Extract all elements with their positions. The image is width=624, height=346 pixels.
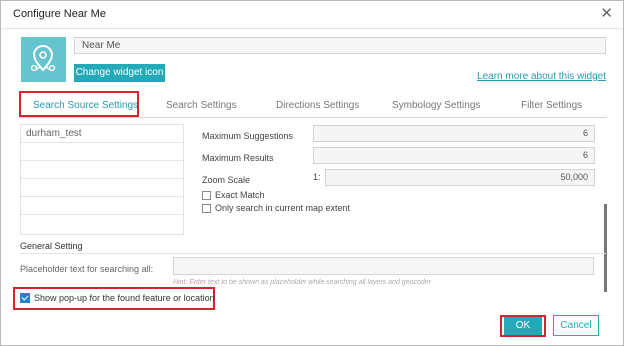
zoom-scale-label: Zoom Scale <box>202 175 251 185</box>
max-suggestions-label: Maximum Suggestions <box>202 131 294 141</box>
zoom-scale-input[interactable]: 50,000 <box>325 169 595 186</box>
max-results-input[interactable]: 6 <box>313 147 595 164</box>
configure-dialog: Configure Near Me ✕ Near Me Change widge… <box>0 0 624 346</box>
cancel-button[interactable]: Cancel <box>553 315 599 336</box>
dialog-titlebar: Configure Near Me ✕ <box>1 1 623 29</box>
active-tab-highlight <box>19 91 139 117</box>
exact-match-checkbox[interactable] <box>202 190 211 200</box>
source-item-empty <box>21 143 183 161</box>
show-popup-checkbox[interactable] <box>20 293 30 303</box>
placeholder-text-input[interactable] <box>173 257 594 275</box>
ok-button[interactable]: OK <box>504 317 542 335</box>
source-item-empty <box>21 179 183 197</box>
map-extent-checkbox[interactable] <box>202 203 211 213</box>
max-suggestions-input[interactable]: 6 <box>313 125 595 142</box>
widget-name-input[interactable]: Near Me <box>74 37 606 54</box>
tab-directions-settings[interactable]: Directions Settings <box>276 95 359 117</box>
show-popup-row: Show pop-up for the found feature or loc… <box>20 293 215 303</box>
show-popup-label: Show pop-up for the found feature or loc… <box>34 293 215 303</box>
source-item-empty <box>21 161 183 179</box>
placeholder-hint: Hint: Enter text to be shown as placehol… <box>173 279 431 286</box>
zoom-scale-prefix: 1: <box>313 172 321 182</box>
section-divider <box>20 253 606 254</box>
max-results-label: Maximum Results <box>202 153 274 163</box>
source-item-empty <box>21 197 183 215</box>
change-widget-icon-button[interactable]: Change widget icon <box>74 64 165 82</box>
exact-match-row: Exact Match <box>202 190 265 200</box>
map-pin-icon <box>21 37 66 82</box>
tab-filter-settings[interactable]: Filter Settings <box>521 95 582 117</box>
source-item-empty <box>21 215 183 233</box>
tab-search-settings[interactable]: Search Settings <box>166 95 237 117</box>
search-source-list: durham_test <box>20 124 184 235</box>
placeholder-label: Placeholder text for searching all: <box>20 264 154 274</box>
map-extent-label: Only search in current map extent <box>215 203 351 213</box>
close-icon[interactable]: ✕ <box>600 4 613 22</box>
exact-match-label: Exact Match <box>215 190 265 200</box>
tab-symbology-settings[interactable]: Symbology Settings <box>392 95 480 117</box>
settings-scrollbar[interactable] <box>604 204 607 292</box>
map-extent-row: Only search in current map extent <box>202 203 350 213</box>
source-item-durham-test[interactable]: durham_test <box>21 125 183 143</box>
learn-more-link[interactable]: Learn more about this widget <box>477 71 606 82</box>
general-setting-heading: General Setting <box>20 241 83 251</box>
dialog-title: Configure Near Me <box>13 8 106 20</box>
